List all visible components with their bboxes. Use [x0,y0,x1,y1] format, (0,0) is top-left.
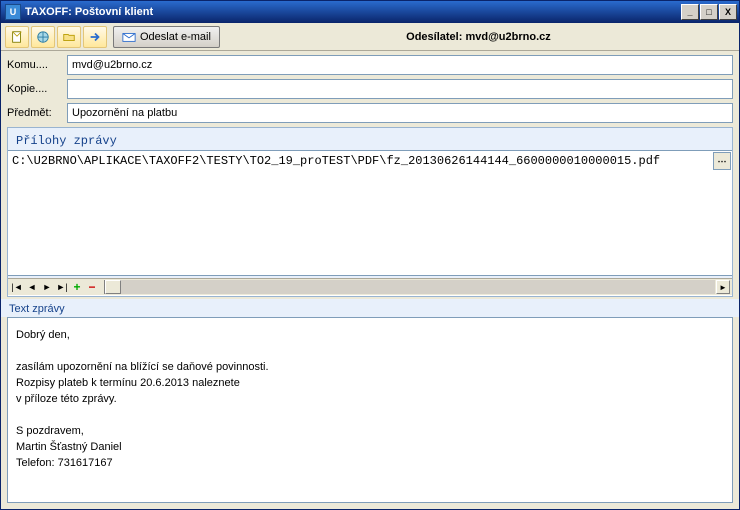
envelope-icon [122,30,136,44]
attachments-list: ⋯ [8,150,732,276]
nav-last-button[interactable]: ►| [55,280,69,294]
sender-label: Odesílatel: mvd@u2brno.cz [222,31,735,43]
attachment-browse-button[interactable]: ⋯ [713,152,731,170]
attachments-label: Přílohy zprávy [8,128,732,150]
maximize-button[interactable]: □ [700,4,718,20]
subject-row: Předmět: [7,103,733,123]
document-icon [10,30,24,44]
app-icon: U [5,4,21,20]
attachments-panel: Přílohy zprávy ⋯ |◄ ◄ ► ►| + − ► [7,127,733,297]
arrow-right-icon [88,30,102,44]
reply-button[interactable] [31,26,55,48]
minimize-button[interactable]: _ [681,4,699,20]
nav-next-button[interactable]: ► [40,280,54,294]
cc-row: Kopie.... [7,79,733,99]
header-fields: Komu.... Kopie.... Předmět: [1,51,739,125]
mail-client-window: U TAXOFF: Poštovní klient _ □ X Odeslat … [0,0,740,510]
window-buttons: _ □ X [681,4,737,20]
send-email-button[interactable]: Odeslat e-mail [113,26,220,48]
cc-label: Kopie.... [7,83,63,95]
titlebar: U TAXOFF: Poštovní klient _ □ X [1,1,739,23]
globe-icon [36,30,50,44]
nav-scrollbar[interactable] [104,280,715,294]
message-body[interactable]: Dobrý den, zasílám upozornění na blížící… [7,317,733,503]
toolbar: Odeslat e-mail Odesílatel: mvd@u2brno.cz [1,23,739,51]
nav-remove-button[interactable]: − [85,280,99,294]
nav-prev-button[interactable]: ◄ [25,280,39,294]
new-mail-button[interactable] [5,26,29,48]
folder-icon [62,30,76,44]
nav-scroll-right-button[interactable]: ► [716,280,730,294]
cc-input[interactable] [67,79,733,99]
record-navigator: |◄ ◄ ► ►| + − ► [8,278,732,296]
send-email-label: Odeslat e-mail [140,31,211,43]
close-button[interactable]: X [719,4,737,20]
forward-button[interactable] [83,26,107,48]
subject-label: Předmět: [7,107,63,119]
attachment-path-input[interactable] [8,151,713,171]
attachment-row: ⋯ [8,151,732,171]
message-body-label: Text zprávy [1,299,739,317]
to-input[interactable] [67,55,733,75]
nav-first-button[interactable]: |◄ [10,280,24,294]
subject-input[interactable] [67,103,733,123]
attach-button[interactable] [57,26,81,48]
to-label: Komu.... [7,59,63,71]
nav-add-button[interactable]: + [70,280,84,294]
to-row: Komu.... [7,55,733,75]
window-title: TAXOFF: Poštovní klient [25,6,681,18]
